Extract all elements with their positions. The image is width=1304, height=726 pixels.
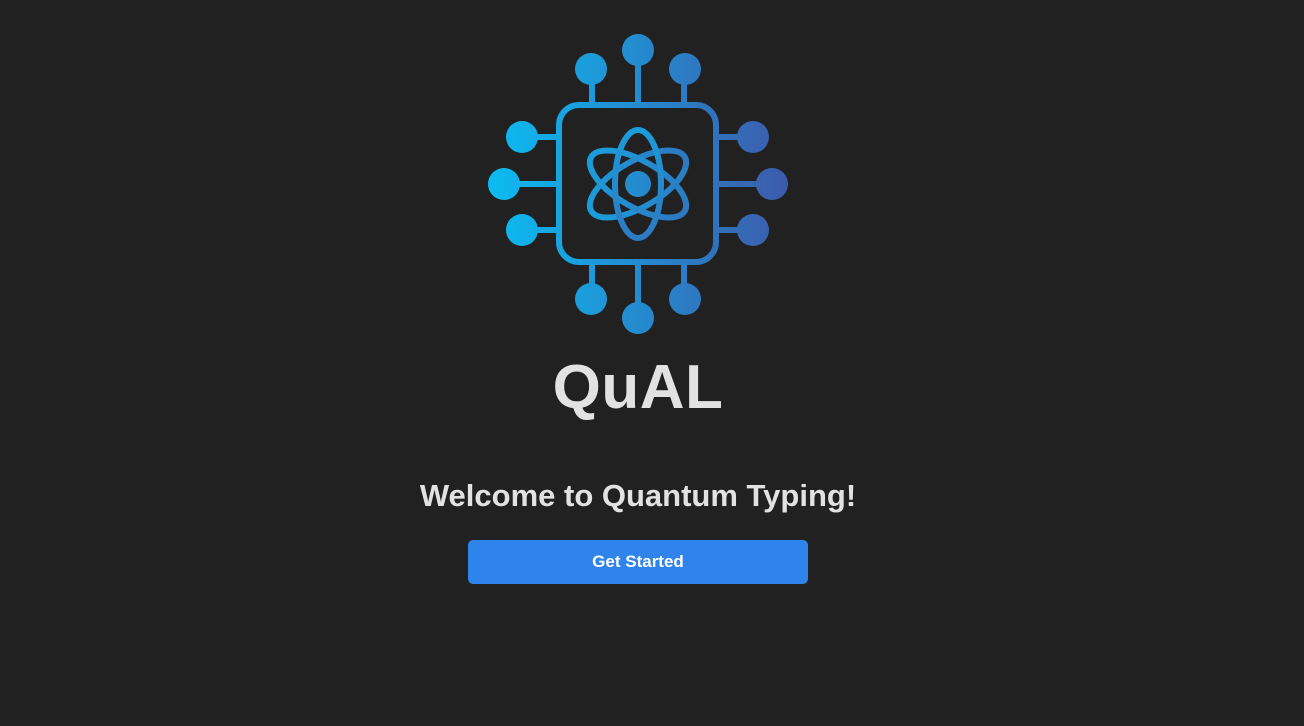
- get-started-button[interactable]: Get Started: [468, 540, 808, 584]
- app-name: QuAL: [552, 353, 724, 422]
- welcome-screen: QuAL Welcome to Quantum Typing! Get Star…: [0, 0, 1304, 726]
- quantum-chip-atom-icon: [488, 34, 788, 334]
- welcome-heading: Welcome to Quantum Typing!: [419, 478, 857, 513]
